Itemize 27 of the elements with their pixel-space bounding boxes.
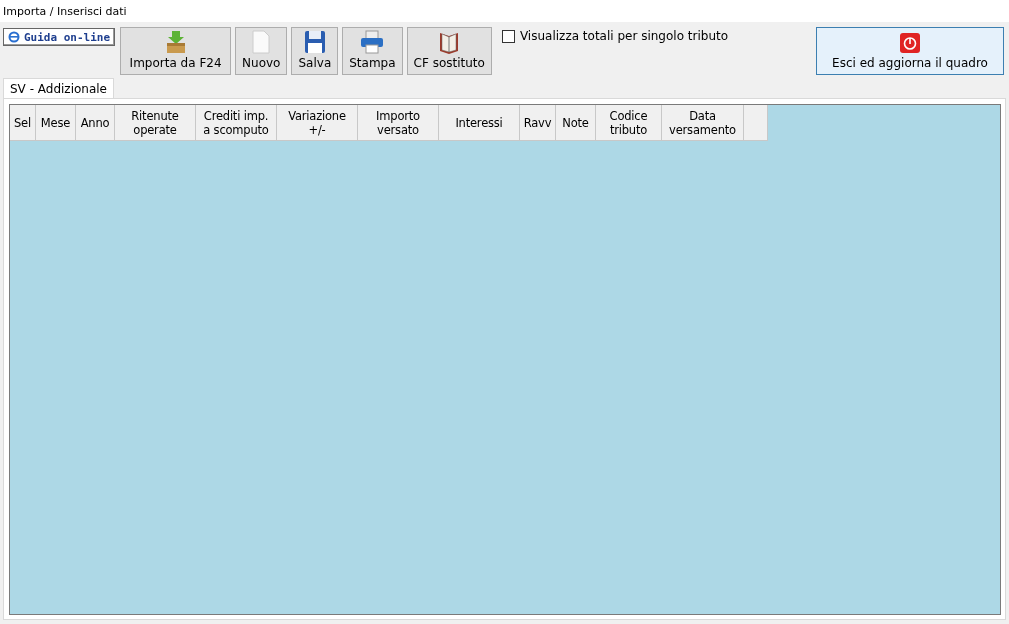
column-header: Data versamento bbox=[662, 105, 744, 141]
column-header: Importo versato bbox=[358, 105, 439, 141]
exit-button[interactable]: Esci ed aggiorna il quadro bbox=[816, 27, 1004, 75]
column-header: Codice tributo bbox=[596, 105, 662, 141]
column-header: Interessi bbox=[439, 105, 520, 141]
tab[interactable]: SV - Addizionale bbox=[3, 78, 114, 98]
download-box-icon bbox=[164, 30, 187, 54]
column-header: Ravv bbox=[520, 105, 556, 141]
column-header: Anno bbox=[76, 105, 115, 141]
power-icon bbox=[900, 32, 920, 53]
toolbar-button[interactable]: Salva bbox=[291, 27, 339, 75]
checkbox[interactable] bbox=[501, 29, 515, 43]
column-header: Sel bbox=[10, 105, 36, 141]
toolbar-button[interactable]: Nuovo bbox=[235, 27, 288, 75]
toolbar-button[interactable]: Importa da F24 bbox=[120, 27, 232, 75]
printer-icon bbox=[360, 30, 385, 54]
empty-column-header bbox=[744, 105, 768, 141]
help-link[interactable]: Guida on-line bbox=[3, 28, 116, 46]
blank-page-icon bbox=[252, 30, 271, 54]
column-header: Variazione +/- bbox=[277, 105, 358, 141]
column-header: Note bbox=[556, 105, 596, 141]
window-title: Importa / Inserisci dati bbox=[3, 4, 127, 18]
column-header: Mese bbox=[36, 105, 76, 141]
column-header: Crediti imp. a scomputo bbox=[196, 105, 277, 141]
column-header: Ritenute operate bbox=[115, 105, 196, 141]
toolbar-button[interactable]: CF sostituto bbox=[406, 27, 492, 75]
toolbar-button[interactable]: Stampa bbox=[342, 27, 403, 75]
